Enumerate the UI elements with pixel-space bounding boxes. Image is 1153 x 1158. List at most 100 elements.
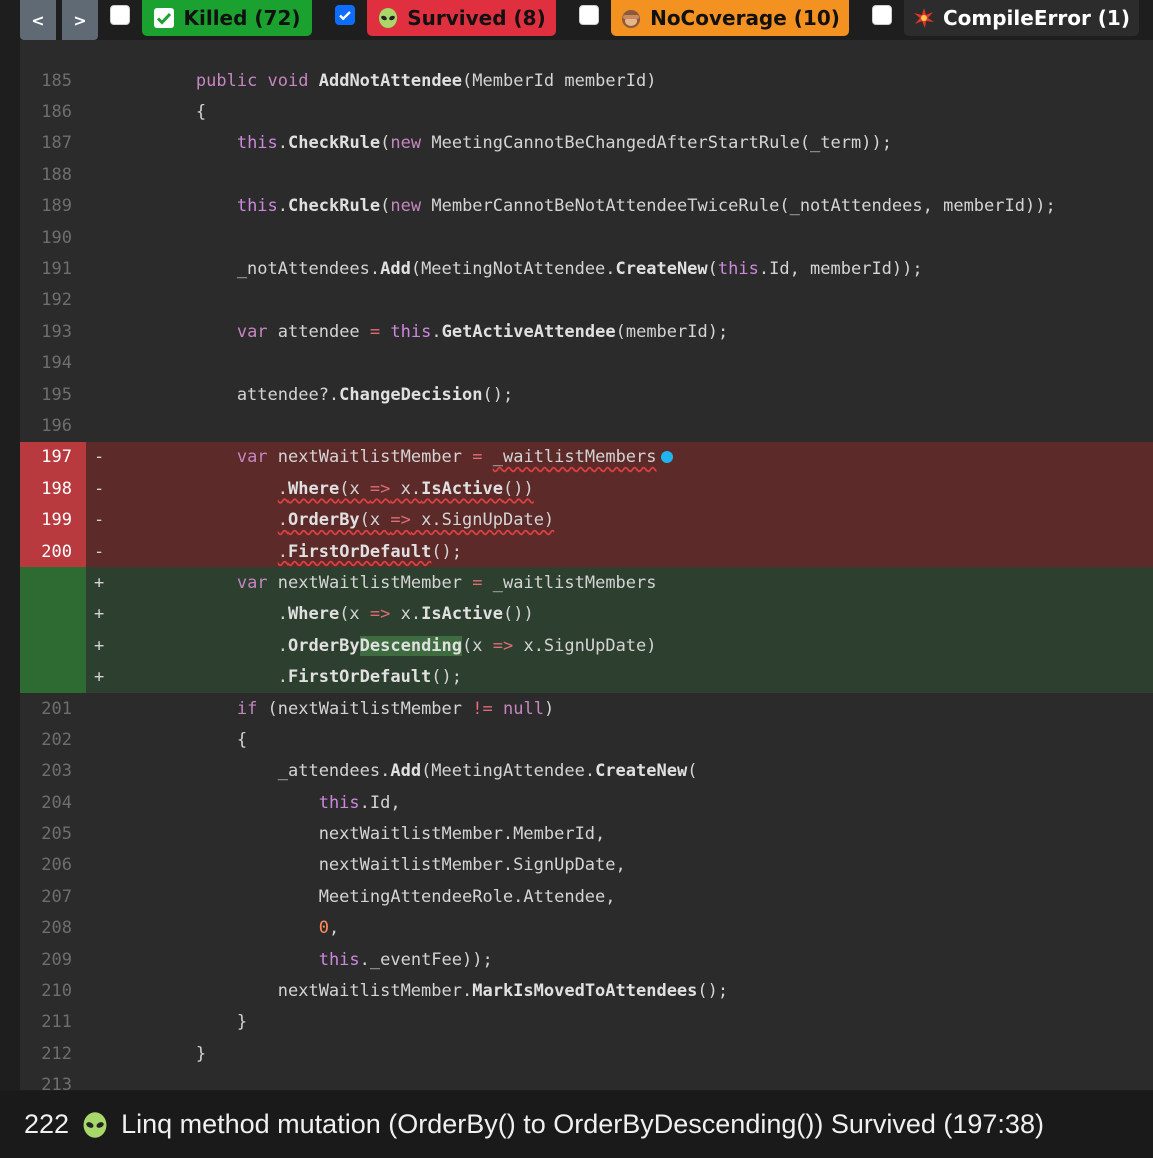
line-number: 203 xyxy=(41,761,72,782)
mutant-status-bar: 222 Linq method mutation (OrderBy() to O… xyxy=(0,1091,1153,1158)
alien-icon xyxy=(377,7,399,29)
diff-plus-marker: + xyxy=(94,572,105,593)
code-line: 202 { xyxy=(20,724,1153,755)
line-number: 193 xyxy=(41,321,72,342)
added-code-line: + .FirstOrDefault(); xyxy=(20,661,1153,693)
code-text: 0, xyxy=(318,918,340,939)
killed-filter-button[interactable]: Killed (72) xyxy=(142,0,312,36)
removed-code-line: 199- .OrderBy(x => x.SignUpDate) xyxy=(20,504,1153,536)
code-line: 185 public void AddNotAttendee(MemberId … xyxy=(20,65,1153,96)
code-text: MeetingAttendeeRole.Attendee, xyxy=(114,886,616,907)
diff-minus-marker: - xyxy=(94,447,105,468)
line-number xyxy=(20,567,86,599)
added-code-line: + var nextWaitlistMember = _waitlistMemb… xyxy=(20,567,1153,599)
line-number: 204 xyxy=(41,792,72,813)
nocoverage-filter-checkbox[interactable] xyxy=(579,5,599,25)
code-text: this.Id, xyxy=(318,792,401,813)
code-text: this.CheckRule(new MemberCannotBeNotAtte… xyxy=(236,196,1056,217)
code-line: 211 } xyxy=(20,1007,1153,1038)
code-line: 192 xyxy=(20,285,1153,316)
line-number: 188 xyxy=(41,164,72,185)
code-view: 184 185 public void AddNotAttendee(Membe… xyxy=(20,40,1153,1090)
code-line: 207 MeetingAttendeeRole.Attendee, xyxy=(20,881,1153,912)
code-line: 188 xyxy=(20,159,1153,190)
line-number: 185 xyxy=(41,70,72,91)
code-text: nextWaitlistMember.MarkIsMovedToAttendee… xyxy=(114,981,729,1002)
line-number xyxy=(20,598,86,631)
code-text: if (nextWaitlistMember != null) xyxy=(236,698,555,719)
code-text: .OrderByDescending(x => x.SignUpDate) xyxy=(114,635,657,656)
code-text: .OrderBy(x => x.SignUpDate) xyxy=(277,510,555,531)
code-text: nextWaitlistMember.MemberId, xyxy=(114,824,606,845)
line-number: 194 xyxy=(41,353,72,374)
mutant-location-dot-icon[interactable] xyxy=(660,451,673,464)
line-number: 190 xyxy=(41,227,72,248)
line-number: 191 xyxy=(41,259,72,280)
line-number: 211 xyxy=(41,1012,72,1033)
line-number: 201 xyxy=(41,698,72,719)
mutant-id: 222 xyxy=(24,1109,70,1139)
code-line: 213 xyxy=(20,1070,1153,1090)
code-text: _attendees.Add(MeetingAttendee.CreateNew… xyxy=(114,761,698,782)
mutant-filter-toolbar: < > Killed (72) Survived (8) NoCoverage … xyxy=(0,0,1153,40)
line-number: 202 xyxy=(41,729,72,750)
line-number xyxy=(20,630,86,662)
diff-plus-marker: + xyxy=(94,635,105,656)
code-text: .Where(x => x.IsActive()) xyxy=(114,604,534,625)
line-number: 186 xyxy=(41,102,72,123)
removed-code-line: 198- .Where(x => x.IsActive()) xyxy=(20,473,1153,505)
code-line: 186 { xyxy=(20,96,1153,127)
line-number: 199 xyxy=(20,504,86,536)
line-number: 210 xyxy=(41,981,72,1002)
line-number-partial-bottom: 213 xyxy=(41,1075,72,1090)
nocoverage-filter-label: NoCoverage (10) xyxy=(650,6,840,30)
explosion-icon xyxy=(913,7,935,29)
added-code-line: + .OrderByDescending(x => x.SignUpDate) xyxy=(20,630,1153,662)
compileerror-filter-button[interactable]: CompileError (1) xyxy=(904,0,1139,36)
code-text: var nextWaitlistMember = _waitlistMember… xyxy=(236,572,657,593)
previous-mutant-button[interactable]: < xyxy=(20,0,56,40)
code-line: 209 this._eventFee)); xyxy=(20,944,1153,975)
code-line: 206 nextWaitlistMember.SignUpDate, xyxy=(20,850,1153,881)
next-mutant-button[interactable]: > xyxy=(62,0,98,40)
code-text: .Where(x => x.IsActive()) xyxy=(277,478,534,499)
code-text: nextWaitlistMember.SignUpDate, xyxy=(114,855,626,876)
diff-minus-marker: - xyxy=(94,510,105,531)
code-line: 190 xyxy=(20,222,1153,253)
code-line: 195 attendee?.ChangeDecision(); xyxy=(20,379,1153,410)
diff-minus-marker: - xyxy=(94,541,105,562)
survived-filter-button[interactable]: Survived (8) xyxy=(367,0,556,36)
nocoverage-filter-button[interactable]: NoCoverage (10) xyxy=(611,0,849,36)
removed-code-line: 200- .FirstOrDefault(); xyxy=(20,535,1153,568)
removed-code-line: 197- var nextWaitlistMember = _waitlistM… xyxy=(20,441,1153,474)
survived-filter-label: Survived (8) xyxy=(407,6,546,30)
code-text: { xyxy=(114,729,248,750)
code-text: _notAttendees.Add(MeetingNotAttendee.Cre… xyxy=(114,259,923,280)
compileerror-filter-checkbox[interactable] xyxy=(872,5,892,25)
line-number: 209 xyxy=(41,949,72,970)
code-text: this._eventFee)); xyxy=(318,949,493,970)
survived-filter-checkbox[interactable] xyxy=(335,5,355,25)
mutant-description: Linq method mutation (OrderBy() to Order… xyxy=(121,1109,1044,1139)
killed-filter-checkbox[interactable] xyxy=(110,5,130,25)
diff-plus-marker: + xyxy=(94,667,105,688)
code-line: 201 if (nextWaitlistMember != null) xyxy=(20,693,1153,724)
code-line: 196 xyxy=(20,410,1153,441)
code-line: 212 } xyxy=(20,1038,1153,1069)
killed-filter-label: Killed (72) xyxy=(183,6,301,30)
code-line: 193 var attendee = this.GetActiveAttende… xyxy=(20,316,1153,347)
see-no-evil-icon xyxy=(620,7,642,29)
code-line: 187 this.CheckRule(new MeetingCannotBeCh… xyxy=(20,128,1153,159)
line-number xyxy=(20,661,86,693)
code-text: attendee?.ChangeDecision(); xyxy=(114,384,514,405)
check-icon xyxy=(153,7,175,29)
line-number: 195 xyxy=(41,384,72,405)
line-number: 197 xyxy=(20,441,86,474)
code-line: 203 _attendees.Add(MeetingAttendee.Creat… xyxy=(20,756,1153,787)
line-number: 198 xyxy=(20,473,86,505)
code-text: .FirstOrDefault(); xyxy=(277,541,463,562)
code-line: 189 this.CheckRule(new MemberCannotBeNot… xyxy=(20,191,1153,222)
code-text: .FirstOrDefault(); xyxy=(114,667,463,688)
diff-minus-marker: - xyxy=(94,478,105,499)
line-number: 187 xyxy=(41,133,72,154)
